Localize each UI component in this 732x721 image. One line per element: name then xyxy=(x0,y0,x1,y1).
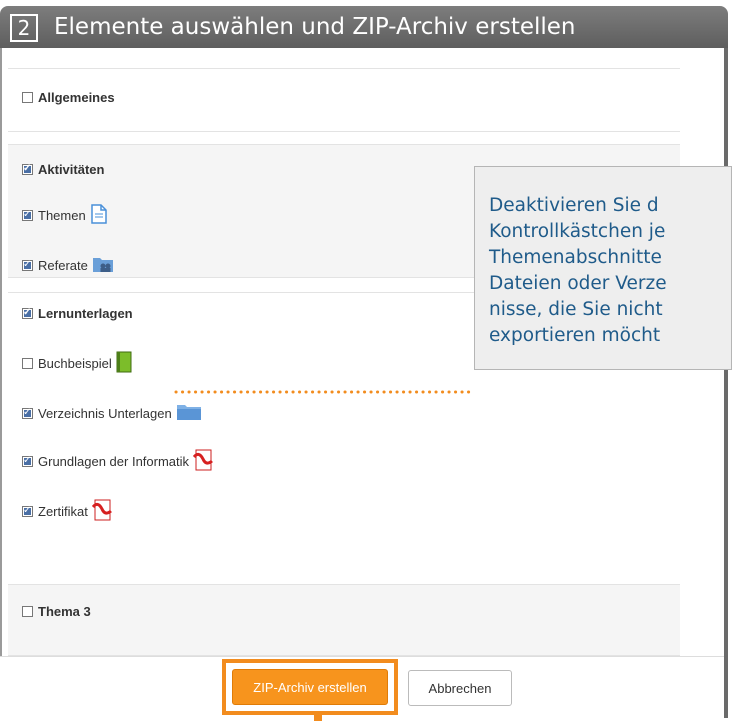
title-bar: 2 Elemente auswählen und ZIP-Archiv erst… xyxy=(0,6,728,48)
green-book-icon xyxy=(116,351,132,376)
step-number: 2 xyxy=(10,14,38,42)
section-allgemeines: Allgemeines xyxy=(8,68,680,132)
section-header-allgemeines[interactable]: Allgemeines xyxy=(22,87,115,107)
hint-callout: Deaktivieren Sie d Kontrollkästchen je T… xyxy=(474,166,732,370)
section-thema-3: Thema 3 xyxy=(8,584,680,656)
cancel-button[interactable]: Abbrechen xyxy=(408,670,512,706)
callout-connector xyxy=(174,390,474,394)
section-header-lernunterlagen[interactable]: Lernunterlagen xyxy=(22,303,133,323)
item-label: Verzeichnis Unterlagen xyxy=(38,405,172,421)
hint-callout-text: Deaktivieren Sie d Kontrollkästchen je T… xyxy=(489,195,667,346)
checkbox-themen[interactable] xyxy=(22,208,33,222)
section-label: Allgemeines xyxy=(38,89,115,105)
page-title: Elemente auswählen und ZIP-Archiv erstel… xyxy=(54,14,576,40)
checkbox-buchbeispiel[interactable] xyxy=(22,357,33,369)
checkbox-grundlagen-der-informatik[interactable] xyxy=(22,454,33,468)
checkbox-referate[interactable] xyxy=(22,258,33,272)
checkbox-lernunterlagen[interactable] xyxy=(22,306,33,320)
item-label: Grundlagen der Informatik xyxy=(38,453,190,469)
dialog-frame: 2 Elemente auswählen und ZIP-Archiv erst… xyxy=(0,0,732,721)
checkbox-thema-3[interactable] xyxy=(22,605,33,617)
section-label: Thema 3 xyxy=(38,603,91,619)
list-item-buchbeispiel[interactable]: Buchbeispiel xyxy=(22,351,132,376)
checkbox-aktivitaeten[interactable] xyxy=(22,162,33,176)
list-item-referate[interactable]: Referate xyxy=(22,255,114,275)
checkbox-verzeichnis-unterlagen[interactable] xyxy=(22,406,33,420)
section-header-aktivitaeten[interactable]: Aktivitäten xyxy=(22,159,104,179)
section-label: Aktivitäten xyxy=(38,161,105,177)
list-item-grundlagen-der-informatik[interactable]: Grundlagen der Informatik xyxy=(22,449,213,474)
right-border xyxy=(724,48,728,718)
item-label: Zertifikat xyxy=(38,503,88,519)
group-folder-icon xyxy=(92,255,114,276)
footer-bar: ZIP-Archiv erstellen Abbrechen xyxy=(0,656,724,721)
item-label: Themen xyxy=(38,207,86,223)
list-item-verzeichnis-unterlagen[interactable]: Verzeichnis Unterlagen xyxy=(22,403,202,423)
pdf-icon xyxy=(91,499,112,524)
section-header-thema-3[interactable]: Thema 3 xyxy=(22,601,91,621)
highlight-pointer xyxy=(314,715,322,721)
section-label: Lernunterlagen xyxy=(38,305,133,321)
page-icon xyxy=(90,203,108,227)
list-item-themen[interactable]: Themen xyxy=(22,203,108,227)
item-label: Buchbeispiel xyxy=(38,355,112,371)
checkbox-zertifikat[interactable] xyxy=(22,504,33,518)
pdf-icon xyxy=(192,449,213,474)
create-zip-button[interactable]: ZIP-Archiv erstellen xyxy=(232,669,388,705)
highlight-frame: ZIP-Archiv erstellen xyxy=(222,659,398,715)
item-label: Referate xyxy=(38,257,88,273)
list-item-zertifikat[interactable]: Zertifikat xyxy=(22,499,112,524)
folder-icon xyxy=(176,403,202,424)
checkbox-allgemeines[interactable] xyxy=(22,91,33,103)
